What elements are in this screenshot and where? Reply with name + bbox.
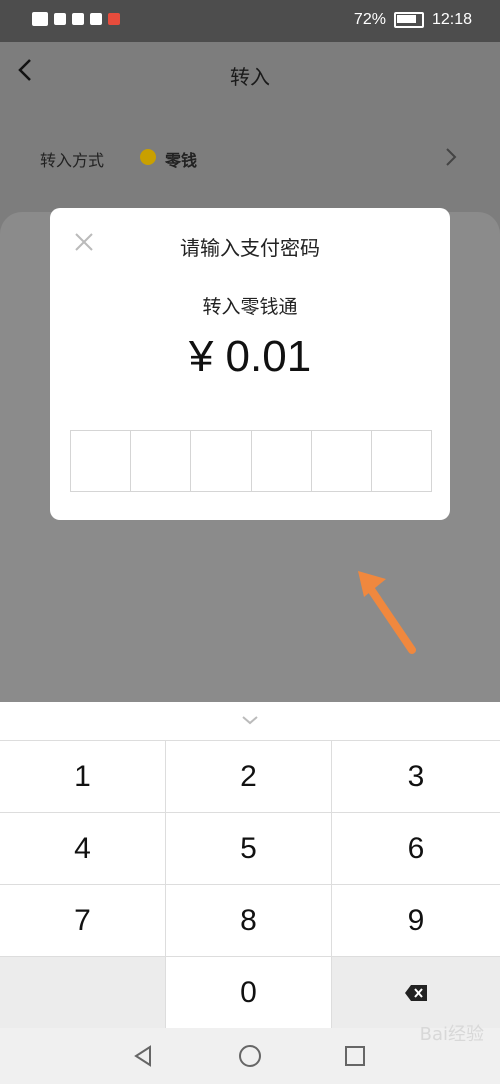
- key-1[interactable]: 1: [0, 741, 166, 813]
- transfer-method-value: 零钱: [165, 151, 198, 170]
- key-9[interactable]: 9: [332, 885, 500, 957]
- key-8[interactable]: 8: [166, 885, 332, 957]
- watermark: Bai经验: [419, 1024, 484, 1045]
- map-app-icon: [108, 13, 120, 25]
- coin-icon: [140, 149, 156, 165]
- status-right: 72% 12:18: [354, 11, 472, 29]
- pin-cell[interactable]: [372, 431, 431, 491]
- key-2[interactable]: 2: [166, 741, 332, 813]
- pin-cell[interactable]: [71, 431, 132, 491]
- pin-cell[interactable]: [252, 431, 312, 491]
- transfer-method-row[interactable]: 转入方式 零钱: [40, 147, 470, 171]
- keypad: 1 2 3 4 5 6 7 8 9 0: [0, 740, 500, 1029]
- status-bar: 72% 12:18: [0, 0, 500, 42]
- nav-bar: 转入: [0, 42, 500, 104]
- battery-percent: 72%: [353, 11, 386, 28]
- pin-cell[interactable]: [191, 431, 252, 491]
- dialog-subtitle: 转入零钱通: [202, 296, 298, 318]
- key-4[interactable]: 4: [0, 813, 166, 885]
- backspace-icon: [405, 984, 427, 1001]
- key-7[interactable]: 7: [0, 885, 166, 957]
- chevron-down-icon[interactable]: [240, 710, 260, 730]
- key-3[interactable]: 3: [332, 741, 500, 813]
- payment-password-dialog: 请输入支付密码 转入零钱通 ¥ 0.01: [50, 208, 450, 520]
- square-recent-icon[interactable]: [344, 1045, 366, 1067]
- annotation-arrow-icon: [358, 571, 416, 654]
- pin-cell[interactable]: [131, 431, 192, 491]
- hd-icon: [32, 12, 48, 26]
- key-6[interactable]: 6: [332, 813, 500, 885]
- amount-display: ¥ 0.01: [188, 332, 312, 381]
- pin-cell[interactable]: [312, 431, 372, 491]
- pin-input[interactable]: [70, 430, 432, 492]
- key-5[interactable]: 5: [166, 813, 332, 885]
- page-title: 转入: [230, 65, 270, 89]
- eye-icon: [72, 13, 84, 25]
- circle-home-icon[interactable]: [238, 1044, 262, 1068]
- clock: 12:18: [431, 11, 472, 28]
- signal-icon: [54, 13, 66, 25]
- key-delete[interactable]: [332, 957, 500, 1029]
- battery-icon: [393, 12, 424, 28]
- key-blank: [0, 957, 166, 1029]
- dialog-title: 请输入支付密码: [180, 236, 320, 260]
- mute-bell-icon: [90, 13, 102, 25]
- triangle-back-icon[interactable]: [132, 1044, 154, 1068]
- status-icons: [32, 12, 120, 26]
- chevron-right-icon: [446, 148, 457, 166]
- transfer-method-label: 转入方式: [40, 151, 105, 170]
- key-0[interactable]: 0: [166, 957, 332, 1029]
